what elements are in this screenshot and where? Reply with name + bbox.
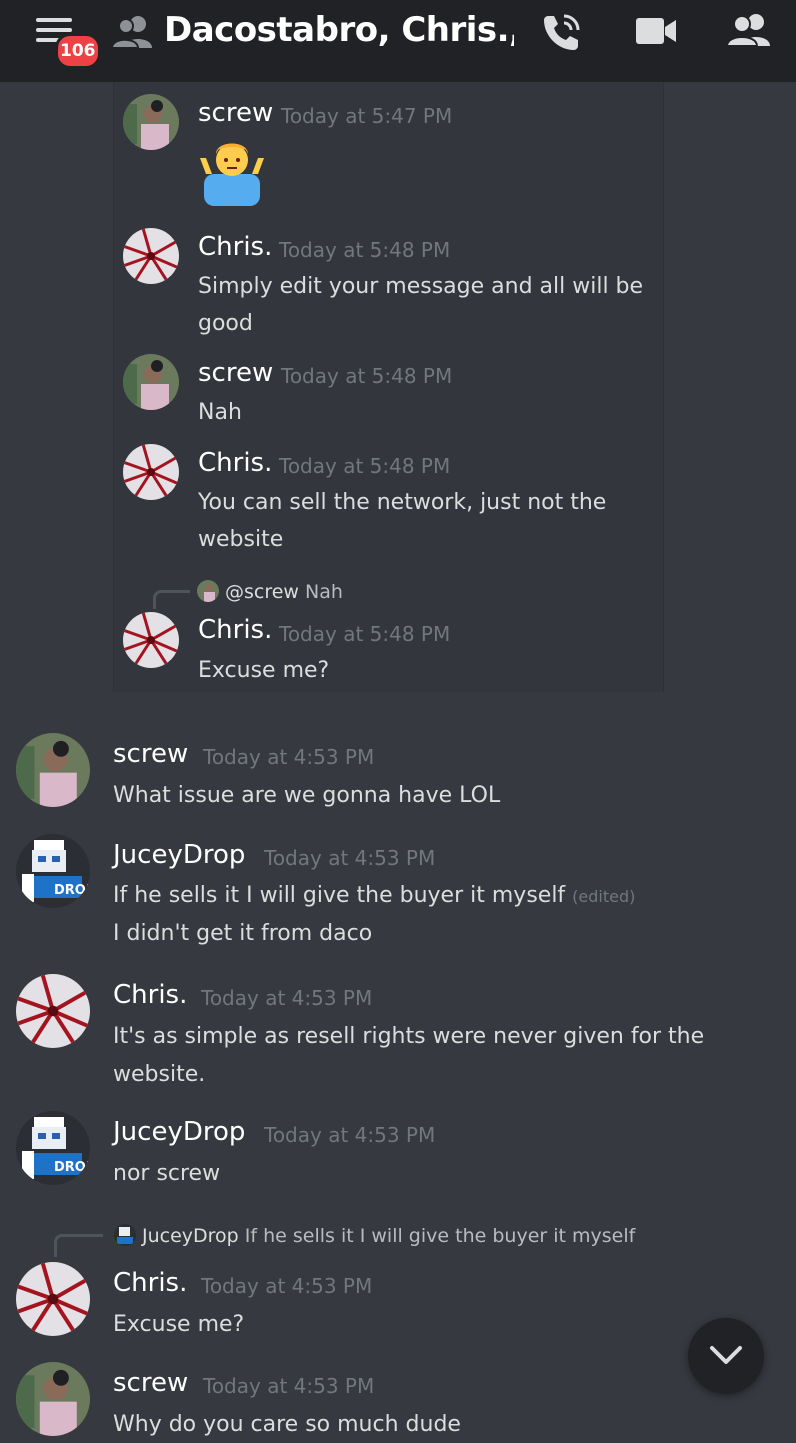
timestamp: Today at 5:48 PM bbox=[281, 364, 453, 388]
svg-text:DROP: DROP bbox=[54, 1160, 90, 1175]
svg-text:DROP: DROP bbox=[54, 883, 90, 898]
avatar-juceydrop[interactable]: DROP bbox=[16, 834, 90, 908]
author-name[interactable]: Chris. bbox=[113, 980, 187, 1010]
avatar-screw-small bbox=[197, 580, 219, 602]
message-line: Excuse me? bbox=[113, 1312, 245, 1337]
voice-call-icon[interactable] bbox=[540, 12, 582, 52]
avatar-screw[interactable] bbox=[123, 354, 179, 410]
avatar-juceydrop-small bbox=[114, 1224, 136, 1246]
message-line: I didn't get it from daco bbox=[113, 921, 373, 946]
avatar-screw[interactable] bbox=[16, 1362, 90, 1436]
author-name[interactable]: screw bbox=[113, 1368, 188, 1398]
avatar-chris[interactable] bbox=[123, 228, 179, 284]
timestamp: Today at 4:53 PM bbox=[203, 745, 375, 769]
man-shrugging-emoji bbox=[200, 143, 264, 206]
author-name[interactable]: Chris. bbox=[198, 448, 272, 478]
timestamp: Today at 5:48 PM bbox=[279, 622, 451, 646]
author-name[interactable]: screw bbox=[198, 98, 273, 128]
timestamp: Today at 4:53 PM bbox=[264, 1123, 436, 1147]
timestamp: Today at 5:48 PM bbox=[279, 238, 451, 262]
jump-to-bottom-button[interactable] bbox=[688, 1318, 764, 1394]
author-name[interactable]: JuceyDrop bbox=[113, 840, 245, 870]
reply-snippet: If he sells it I will give the buyer it … bbox=[244, 1225, 636, 1247]
timestamp: Today at 5:48 PM bbox=[279, 454, 451, 478]
message-line: Excuse me? bbox=[198, 658, 330, 683]
author-name[interactable]: Chris. bbox=[198, 232, 272, 262]
author-name[interactable]: Chris. bbox=[113, 1268, 187, 1298]
timestamp: Today at 4:53 PM bbox=[203, 1374, 375, 1398]
message-line: website. bbox=[113, 1062, 206, 1087]
avatar-screw[interactable] bbox=[123, 94, 179, 150]
avatar-chris[interactable] bbox=[123, 444, 179, 500]
chat-header: 106 Dacostabro, Chris.,... bbox=[0, 0, 796, 82]
message-line: It's as simple as resell rights were nev… bbox=[113, 1024, 705, 1049]
author-name[interactable]: screw bbox=[113, 739, 188, 769]
message-line: Nah bbox=[198, 400, 242, 425]
message-line: You can sell the network, just not the bbox=[198, 490, 607, 515]
message-line: What issue are we gonna have LOL bbox=[113, 783, 501, 808]
avatar-juceydrop[interactable]: DROP bbox=[16, 1111, 90, 1185]
member-list-icon[interactable] bbox=[726, 12, 772, 48]
reply-author: @screw bbox=[225, 581, 299, 603]
reply-author: JuceyDrop bbox=[142, 1225, 239, 1247]
reply-connector bbox=[54, 1234, 103, 1257]
avatar-screw[interactable] bbox=[16, 733, 90, 807]
author-name[interactable]: JuceyDrop bbox=[113, 1117, 245, 1147]
message-line: good bbox=[198, 311, 253, 336]
timestamp: Today at 4:53 PM bbox=[201, 986, 373, 1010]
author-name[interactable]: Chris. bbox=[198, 615, 272, 645]
message-line: website bbox=[198, 527, 284, 552]
message-line: If he sells it I will give the buyer it … bbox=[113, 883, 636, 908]
avatar-chris[interactable] bbox=[16, 974, 90, 1048]
avatar-chris[interactable] bbox=[123, 612, 179, 668]
message-line: Why do you care so much dude bbox=[113, 1412, 461, 1437]
dm-group-icon bbox=[112, 16, 152, 49]
author-name[interactable]: screw bbox=[198, 358, 273, 388]
unread-badge: 106 bbox=[55, 33, 101, 69]
channel-title[interactable]: Dacostabro, Chris.,... bbox=[164, 10, 514, 50]
reply-snippet: Nah bbox=[305, 581, 343, 603]
timestamp: Today at 4:53 PM bbox=[201, 1274, 373, 1298]
reply-connector bbox=[153, 590, 190, 609]
message-line: Simply edit your message and all will be bbox=[198, 274, 644, 299]
chevron-down-icon bbox=[710, 1346, 742, 1364]
avatar-chris[interactable] bbox=[16, 1262, 90, 1336]
timestamp: Today at 5:47 PM bbox=[281, 104, 453, 128]
edited-label: (edited) bbox=[572, 887, 636, 906]
timestamp: Today at 4:53 PM bbox=[264, 846, 436, 870]
reply-reference[interactable]: @screw Nah bbox=[197, 580, 343, 603]
video-call-icon[interactable] bbox=[634, 16, 678, 46]
message-line: nor screw bbox=[113, 1161, 221, 1186]
reply-reference[interactable]: JuceyDrop If he sells it I will give the… bbox=[114, 1224, 635, 1247]
